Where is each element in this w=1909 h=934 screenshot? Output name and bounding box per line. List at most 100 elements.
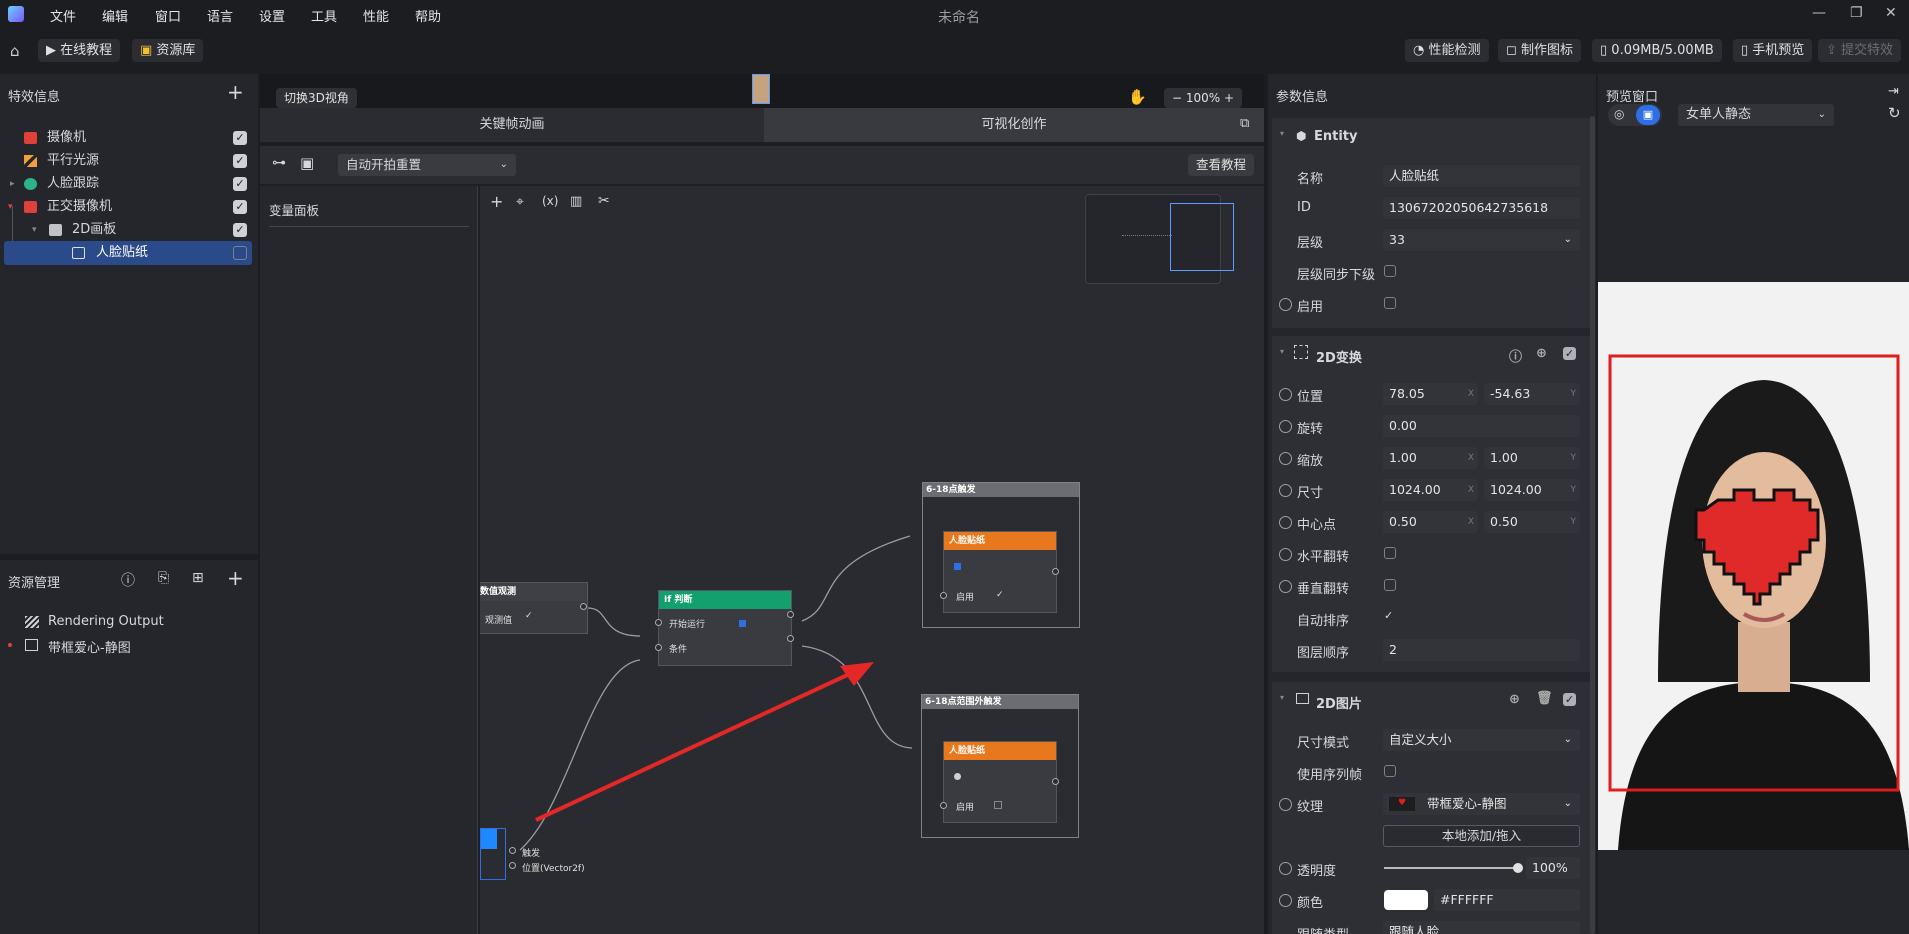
image-section-header[interactable]: ▾ 2D图片 ⊕ 🗑 ✓ (1272, 682, 1590, 718)
hand-tool-icon[interactable]: ✋ (1128, 88, 1147, 106)
visibility-checkbox[interactable]: ✓ (233, 223, 247, 237)
close-icon[interactable]: ✕ (1885, 5, 1897, 21)
zoom-control[interactable]: − 100% + (1164, 88, 1243, 108)
layer-sync-checkbox[interactable] (1384, 265, 1396, 277)
size-h-input[interactable]: 1024.00 Y (1484, 479, 1580, 501)
popout-icon[interactable]: ⧉ (1240, 116, 1249, 131)
layer-select[interactable]: 33 ⌄ (1383, 229, 1580, 251)
layout-icon[interactable]: ▣ (300, 154, 314, 172)
tree-item-directional-light[interactable]: 平行光源 ✓ (0, 149, 255, 173)
sequence-checkbox[interactable] (1384, 765, 1396, 777)
output-port[interactable] (787, 611, 794, 618)
input-port[interactable] (655, 644, 662, 651)
view-toggle[interactable]: ◎ ▣ (1608, 104, 1662, 126)
help-icon[interactable]: ⓘ (1509, 346, 1522, 365)
switch-3d-button[interactable]: 切换3D视角 (276, 88, 357, 108)
menu-tools[interactable]: 工具 (311, 6, 337, 25)
eye-icon[interactable]: ◎ (1614, 107, 1624, 121)
collapse-panel-icon[interactable]: ⇥ (1888, 84, 1899, 99)
flip-v-checkbox[interactable] (1384, 579, 1396, 591)
node-sticker[interactable]: 人脸贴纸 启用 (940, 741, 1059, 823)
opacity-slider-track[interactable] (1384, 863, 1523, 873)
node-trigger[interactable] (480, 828, 506, 880)
add-keyframe-icon[interactable]: ⊕ (1536, 346, 1547, 361)
collapse-icon[interactable]: ▾ (1280, 129, 1284, 138)
output-port[interactable] (1052, 568, 1059, 575)
animate-icon[interactable] (1279, 798, 1292, 811)
collapse-icon[interactable]: ▾ (1280, 347, 1284, 356)
input-port[interactable] (655, 619, 662, 626)
animate-icon[interactable] (1279, 516, 1292, 529)
add-local-button[interactable]: 本地添加/拖入 (1383, 825, 1580, 847)
input-port[interactable] (940, 802, 947, 809)
output-port[interactable] (509, 862, 516, 869)
minimize-icon[interactable]: — (1812, 5, 1826, 21)
id-field[interactable]: 1306720205064273561​8 (1383, 197, 1580, 219)
resource-library-button[interactable]: ▣ 资源库 (132, 39, 204, 62)
online-tutorial-button[interactable]: ▶ 在线教程 (38, 39, 121, 62)
animate-icon[interactable] (1279, 862, 1292, 875)
position-y-input[interactable]: -54.63 Y (1484, 383, 1580, 405)
group-6-18[interactable]: 6-18点触发 人脸贴纸 启用 ✓ (922, 482, 1080, 628)
collapse-icon[interactable]: ▾ (1280, 693, 1284, 702)
output-port[interactable] (1052, 778, 1059, 785)
delete-icon[interactable]: 🗑 (1536, 691, 1553, 706)
graph-canvas[interactable]: + ⌖ (x) ▥ ✂ 数值观测 观测值 ✓ If 判断 开始运行 条件 6-1… (480, 186, 1264, 934)
visibility-checkbox[interactable]: ✓ (233, 154, 247, 168)
restore-icon[interactable]: ❐ (1850, 5, 1863, 21)
perf-check-button[interactable]: ◔ 性能检测 (1405, 39, 1489, 62)
transform-enable-checkbox[interactable]: ✓ (1563, 347, 1576, 360)
home-icon[interactable]: ⌂ (10, 42, 20, 60)
autoplay-select[interactable]: 自动开拍重置 ⌄ (338, 154, 516, 176)
color-swatch[interactable] (1384, 890, 1428, 910)
rotation-input[interactable]: 0.00 (1383, 415, 1580, 437)
node-sticker[interactable]: 人脸贴纸 启用 ✓ (940, 531, 1059, 613)
animate-icon[interactable] (1279, 298, 1292, 311)
animate-icon[interactable] (1279, 452, 1292, 465)
size-mode-select[interactable]: 自定义大小 ⌄ (1383, 729, 1580, 751)
texture-select[interactable]: ♥ 带框爱心-静图 ⌄ (1383, 793, 1580, 815)
scrollbar[interactable] (1590, 116, 1595, 934)
new-folder-icon[interactable]: ⊞ (192, 570, 204, 586)
pivot-x-input[interactable]: 0.50 X (1383, 511, 1478, 533)
follow-select[interactable]: 跟随人脸 (1383, 921, 1580, 934)
tree-item-2d-canvas[interactable]: ▾ 2D画板 ✓ (0, 218, 255, 242)
position-x-input[interactable]: 78.05 X (1383, 383, 1478, 405)
submit-effect-button[interactable]: ⇪ 提交特效 (1818, 39, 1902, 62)
size-w-input[interactable]: 1024.00 X (1383, 479, 1478, 501)
camera-preview-icon[interactable]: ▣ (1636, 105, 1660, 125)
name-input[interactable]: 人脸贴纸 (1383, 165, 1580, 187)
menu-file[interactable]: 文件 (50, 6, 76, 25)
order-input[interactable]: 2 (1383, 639, 1580, 661)
animate-icon[interactable] (1279, 388, 1292, 401)
pivot-y-input[interactable]: 0.50 Y (1484, 511, 1580, 533)
animate-icon[interactable] (1279, 484, 1292, 497)
collapse-icon[interactable]: ▾ (32, 218, 37, 242)
menu-language[interactable]: 语言 (207, 6, 233, 25)
zoom-out-icon[interactable]: − (1172, 91, 1186, 105)
autosort-checkbox[interactable]: ✓ (1384, 609, 1393, 622)
node-if[interactable]: If 判断 开始运行 条件 (655, 590, 794, 666)
visibility-checkbox[interactable]: ✓ (233, 200, 247, 214)
tree-item-face-sticker[interactable]: 人脸贴纸 (4, 241, 252, 265)
menu-performance[interactable]: 性能 (363, 6, 389, 25)
checkbox[interactable] (994, 801, 1002, 809)
node-observe[interactable]: 数值观测 观测值 ✓ (480, 582, 588, 634)
resource-item[interactable]: Rendering Output (48, 614, 164, 629)
animate-icon[interactable] (1279, 548, 1292, 561)
menu-edit[interactable]: 编辑 (102, 6, 128, 25)
add-keyframe-icon[interactable]: ⊕ (1509, 692, 1520, 707)
menu-window[interactable]: 窗口 (155, 6, 181, 25)
animate-icon[interactable] (1279, 580, 1292, 593)
tab-keyframe[interactable]: 关键帧动画 (260, 108, 764, 142)
help-icon[interactable]: ⓘ (121, 570, 135, 590)
zoom-in-icon[interactable]: + (1220, 91, 1234, 105)
hierarchy-icon[interactable]: ⊶ (272, 155, 286, 171)
make-icon-button[interactable]: ◻ 制作图标 (1498, 39, 1581, 62)
menu-help[interactable]: 帮助 (415, 6, 441, 25)
entity-section-header[interactable]: ▾ ⬢ Entity (1272, 118, 1590, 154)
expand-icon[interactable]: ▸ (10, 172, 15, 196)
image-enable-checkbox[interactable]: ✓ (1563, 693, 1576, 706)
tree-item-face-tracking[interactable]: ▸ 人脸跟踪 ✓ (0, 172, 255, 196)
visibility-checkbox[interactable]: ✓ (233, 177, 247, 191)
